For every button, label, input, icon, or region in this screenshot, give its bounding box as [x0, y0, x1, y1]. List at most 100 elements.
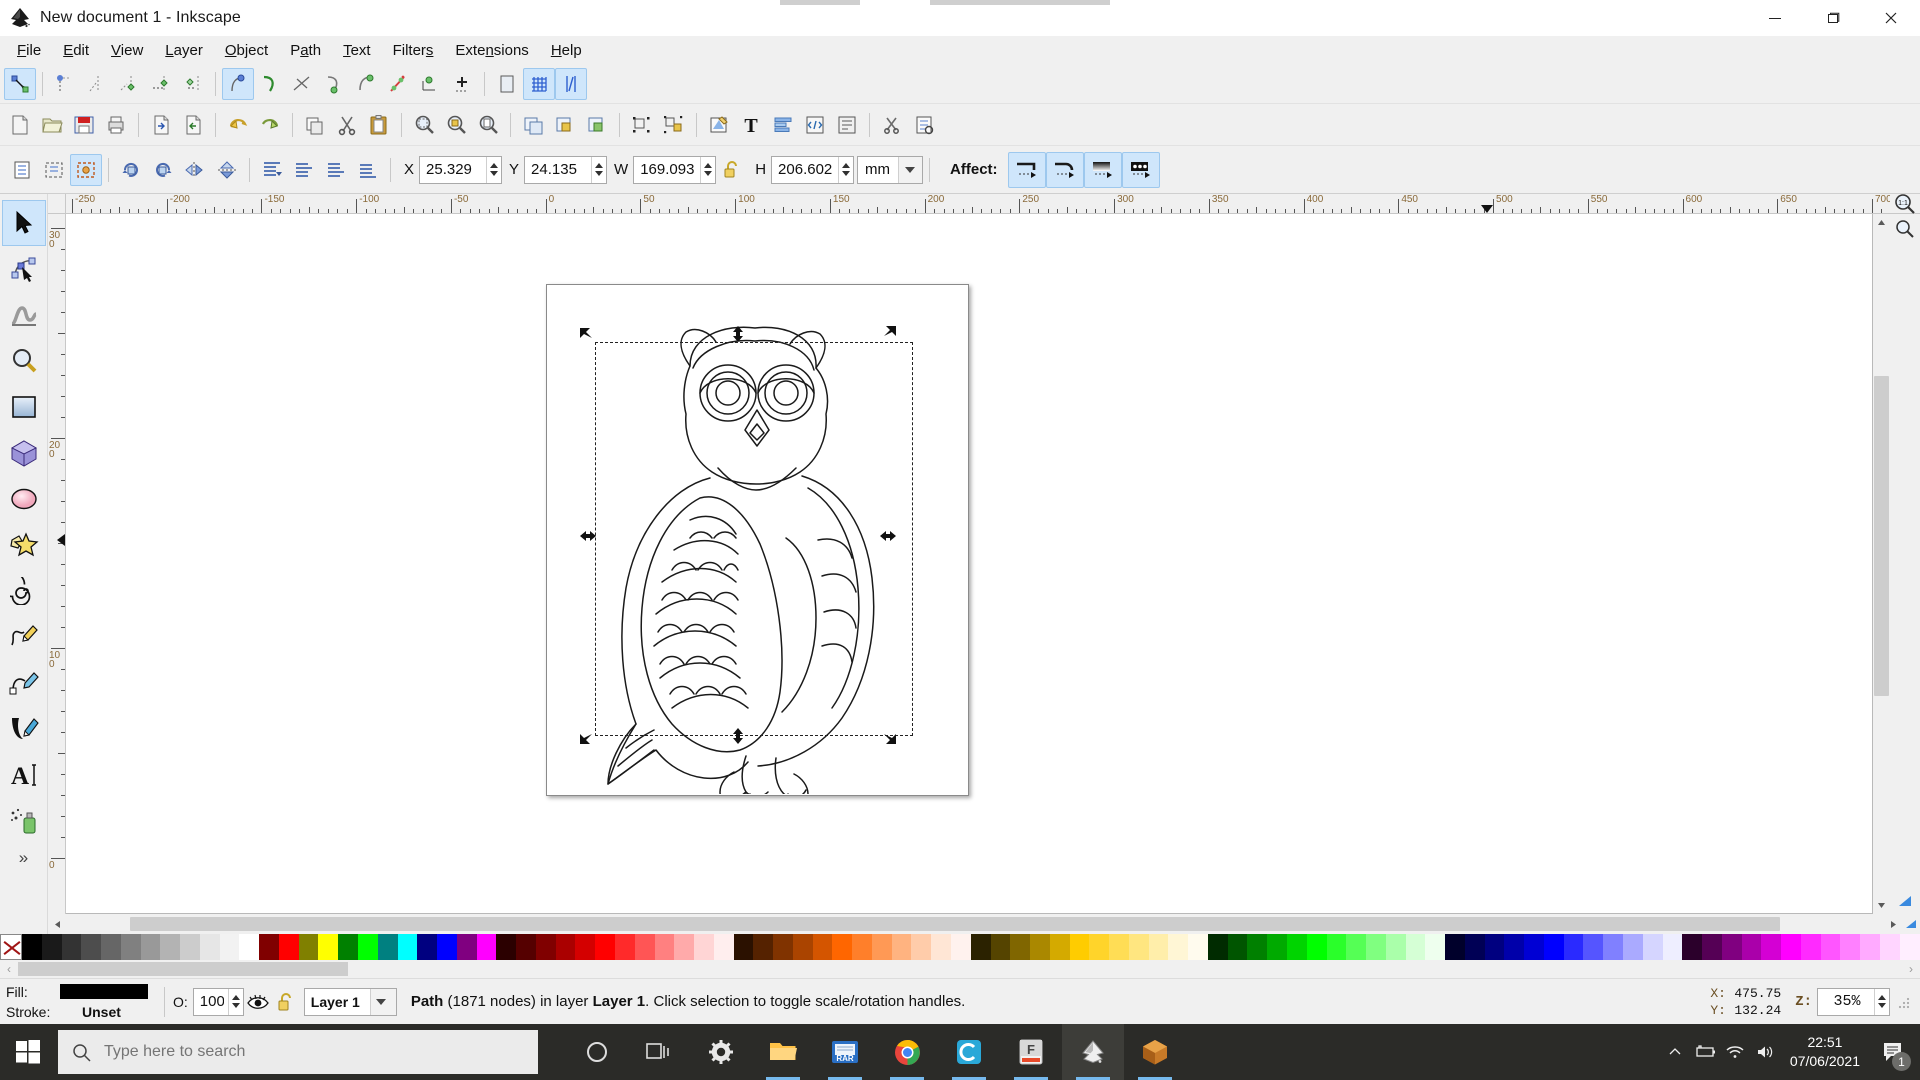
palette-swatch[interactable] [417, 934, 438, 960]
palette-swatch[interactable] [496, 934, 517, 960]
palette-swatch[interactable] [160, 934, 181, 960]
snap-smooth-nodes-button[interactable] [350, 68, 382, 100]
chevron-down-icon[interactable] [898, 156, 923, 183]
palette-swatch[interactable] [120, 934, 141, 960]
new-document-icon[interactable] [4, 109, 36, 141]
zoom-tool[interactable] [2, 338, 46, 384]
palette-swatch[interactable] [911, 934, 932, 960]
w-field[interactable] [633, 155, 717, 184]
palette-scroll-left-button[interactable]: ‹ [0, 962, 18, 976]
palette-swatch[interactable] [298, 934, 319, 960]
palette-swatch[interactable] [1385, 934, 1406, 960]
fill-swatch[interactable] [60, 984, 148, 999]
palette-swatch[interactable] [1800, 934, 1821, 960]
lower-icon[interactable] [320, 154, 352, 186]
winrar-icon[interactable]: RAR [814, 1024, 876, 1080]
flip-horizontal-icon[interactable] [179, 154, 211, 186]
enable-snapping-button[interactable] [4, 67, 36, 100]
zoom-1to1-button[interactable]: 1:1 [1890, 193, 1920, 214]
scroll-left-button[interactable] [48, 915, 66, 933]
menu-file[interactable]: File [6, 39, 52, 62]
palette-scroll-right-button[interactable]: › [1902, 962, 1920, 976]
import-icon[interactable] [145, 109, 177, 141]
rectangle-tool[interactable] [2, 384, 46, 430]
palette-swatch[interactable] [1702, 934, 1722, 960]
palette-swatch[interactable] [1623, 934, 1643, 960]
undo-icon[interactable] [222, 109, 254, 141]
palette-swatch[interactable] [1721, 934, 1742, 960]
menu-filters[interactable]: Filters [382, 39, 445, 62]
chrome-icon[interactable] [876, 1024, 938, 1080]
palette-swatch[interactable] [1326, 934, 1347, 960]
units-select[interactable]: mm [857, 155, 924, 184]
snap-page-border-button[interactable] [446, 68, 478, 100]
search-input[interactable] [104, 1043, 504, 1061]
vertical-scroll-thumb[interactable] [1874, 376, 1889, 696]
horizontal-ruler[interactable]: -250 -200 -150 -100 -50 0 50 100 150 200 250 300 350… [66, 194, 1890, 214]
palette-swatch[interactable] [22, 934, 42, 960]
palette-swatch[interactable] [595, 934, 615, 960]
palette-swatch[interactable] [792, 934, 813, 960]
snap-guides-button[interactable] [555, 67, 587, 100]
rotate-90-cw-icon[interactable] [147, 154, 179, 186]
palette-swatch[interactable] [1662, 934, 1683, 960]
palette-swatch[interactable] [1227, 934, 1248, 960]
palette-swatch[interactable] [535, 934, 556, 960]
palette-swatch[interactable] [1820, 934, 1841, 960]
palette-swatch[interactable] [81, 934, 102, 960]
taskbar-search-box[interactable] [58, 1030, 538, 1074]
menu-object[interactable]: Object [214, 39, 279, 62]
palette-swatch[interactable] [1188, 934, 1208, 960]
y-input[interactable] [525, 156, 592, 183]
raise-icon[interactable] [288, 154, 320, 186]
xml-editor-icon[interactable] [799, 109, 831, 141]
stroke-value[interactable]: Unset [82, 1004, 121, 1020]
lock-open-icon[interactable] [272, 988, 300, 1016]
palette-swatch[interactable] [1405, 934, 1426, 960]
settings-gear-icon[interactable] [690, 1024, 752, 1080]
layer-selector[interactable]: Layer 1 [303, 987, 397, 1016]
ruler-corner[interactable] [48, 194, 66, 214]
palette-swatch[interactable] [1049, 934, 1070, 960]
palette-swatch[interactable] [654, 934, 675, 960]
x-stepper[interactable] [486, 156, 502, 183]
copy-icon[interactable] [299, 109, 331, 141]
palette-swatch[interactable] [377, 934, 398, 960]
palette-swatch[interactable] [338, 934, 359, 960]
palette-swatch[interactable] [1563, 934, 1584, 960]
palette-swatch[interactable] [1306, 934, 1327, 960]
deselect-icon[interactable] [70, 153, 102, 186]
affect-rounded-corners-button[interactable] [1045, 151, 1084, 188]
task-view-icon[interactable] [628, 1024, 690, 1080]
open-document-icon[interactable] [36, 109, 68, 141]
resize-grip-icon[interactable] [1898, 995, 1912, 1009]
snap-bbox-corners-button[interactable] [113, 68, 145, 100]
f-app-icon[interactable]: F [1000, 1024, 1062, 1080]
palette-swatch[interactable] [1346, 934, 1367, 960]
scroll-right-button[interactable] [1884, 915, 1902, 933]
horizontal-scrollbar[interactable] [48, 914, 1920, 934]
h-input[interactable] [772, 156, 839, 183]
palette-swatch[interactable] [239, 934, 260, 960]
opacity-input[interactable] [193, 988, 228, 1015]
vertical-scrollbar[interactable] [1873, 214, 1890, 914]
snap-grid-button[interactable] [523, 67, 555, 100]
palette-swatch[interactable] [1128, 934, 1149, 960]
palette-swatch[interactable] [1069, 934, 1090, 960]
inkscape-icon[interactable] [1062, 1024, 1124, 1080]
minimize-button[interactable] [1746, 0, 1804, 36]
zoom-field[interactable] [1817, 987, 1890, 1016]
tweak-tool[interactable] [2, 292, 46, 338]
palette-swatch[interactable] [614, 934, 635, 960]
scroll-down-button[interactable] [1873, 897, 1890, 914]
palette-swatch[interactable] [990, 934, 1011, 960]
h-stepper[interactable] [838, 156, 854, 183]
save-document-icon[interactable] [68, 109, 100, 141]
palette-swatch[interactable] [931, 934, 951, 960]
document-properties-icon[interactable] [831, 109, 863, 141]
horizontal-scroll-track[interactable] [66, 915, 1884, 933]
zoom-page-right-icon[interactable] [1892, 216, 1918, 242]
palette-swatch[interactable] [476, 934, 497, 960]
opacity-field[interactable] [192, 987, 244, 1016]
snap-path-intersections-button[interactable] [286, 68, 318, 100]
